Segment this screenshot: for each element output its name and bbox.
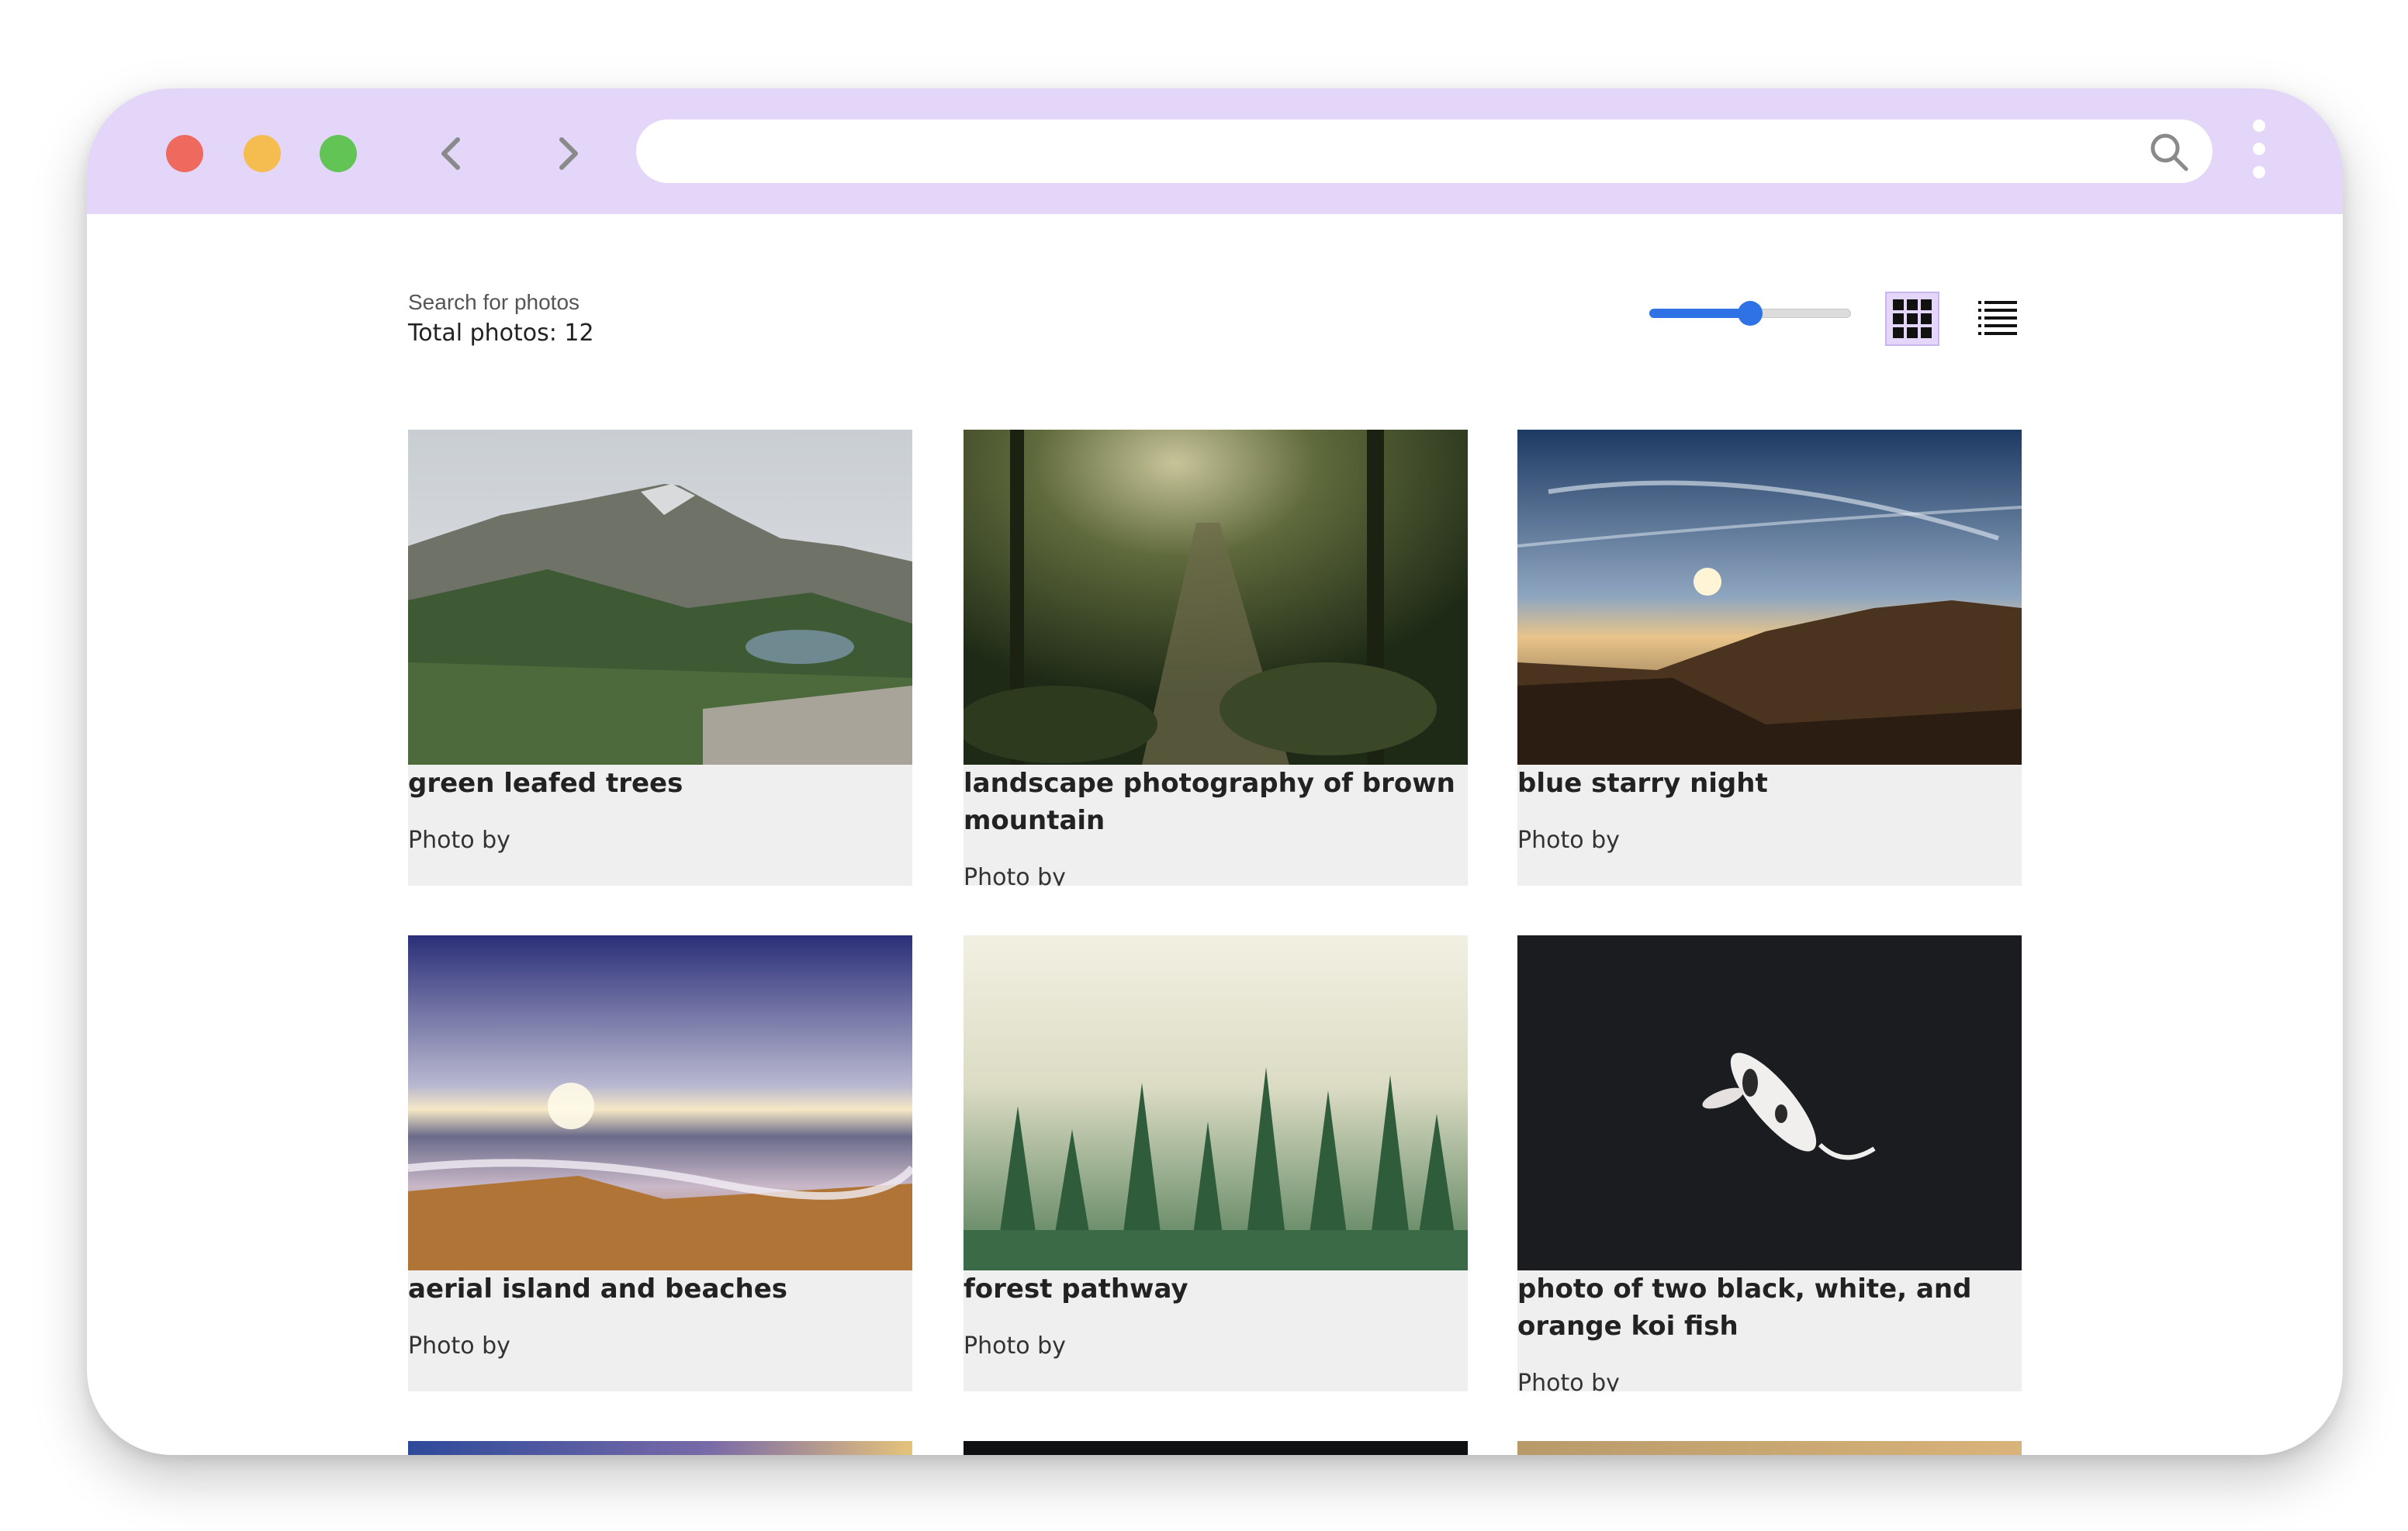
slider-fill (1649, 309, 1750, 318)
photo-image[interactable] (408, 935, 912, 1270)
photo-card[interactable]: aerial island and beaches Photo by (408, 935, 912, 1391)
photo-credit: Photo by (964, 1332, 1066, 1360)
page-subtitle: Search for photos (408, 290, 580, 314)
dot-icon (2253, 143, 2265, 155)
total-photos-count: Total photos: 12 (408, 320, 594, 347)
photo-title: landscape photography of brown mountain (964, 768, 1455, 836)
address-bar[interactable] (636, 119, 2213, 185)
dot-icon (2253, 119, 2265, 132)
grid-icon (1893, 299, 1932, 338)
photo-image[interactable] (964, 430, 1468, 765)
slider-thumb[interactable] (1738, 301, 1763, 326)
photo-card[interactable]: photo of two black, white, and orange ko… (1517, 935, 2022, 1391)
chevron-right-icon (559, 137, 578, 170)
photo-title: blue starry night (1517, 768, 1768, 799)
photo-image-partial[interactable] (408, 1441, 912, 1455)
photo-title: aerial island and beaches (408, 1274, 788, 1305)
photo-card[interactable]: forest pathway Photo by (964, 935, 1468, 1391)
grid-view-button[interactable] (1885, 292, 1939, 346)
photo-card[interactable]: green leafed trees Photo by (408, 430, 912, 886)
photo-card[interactable]: blue starry night Photo by (1517, 430, 2022, 886)
photo-image[interactable] (1517, 935, 2022, 1270)
photo-image[interactable] (408, 430, 912, 765)
browser-window: Search for photos Total photos: 12 green… (87, 88, 2343, 1455)
browser-toolbar (87, 88, 2343, 214)
thumbnail-size-slider[interactable] (1649, 299, 1851, 326)
zoom-window-button[interactable] (320, 135, 357, 172)
photo-credit: Photo by (408, 827, 510, 854)
forward-button[interactable] (545, 129, 591, 178)
address-input[interactable] (667, 119, 2129, 185)
dot-icon (2253, 166, 2265, 178)
more-menu-button[interactable] (2244, 119, 2275, 189)
photo-image-partial[interactable] (1517, 1441, 2022, 1455)
list-view-button[interactable] (1970, 292, 2025, 346)
photo-title: green leafed trees (408, 768, 683, 799)
photo-image[interactable] (964, 935, 1468, 1270)
photo-title: photo of two black, white, and orange ko… (1517, 1274, 1972, 1342)
page-content: Search for photos Total photos: 12 green… (87, 214, 2343, 1455)
photo-credit: Photo by (408, 1332, 510, 1360)
close-window-button[interactable] (166, 135, 203, 172)
minimize-window-button[interactable] (244, 135, 281, 172)
list-icon (1978, 301, 2017, 335)
back-button[interactable] (428, 129, 475, 178)
photo-credit: Photo by (964, 864, 1066, 886)
photo-card[interactable]: landscape photography of brown mountain … (964, 430, 1468, 886)
photo-credit: Photo by (1517, 827, 1620, 854)
photo-image[interactable] (1517, 430, 2022, 765)
search-icon[interactable] (2147, 130, 2191, 174)
chevron-left-icon (441, 137, 460, 170)
photo-image-partial[interactable] (964, 1441, 1468, 1455)
photo-title: forest pathway (964, 1274, 1188, 1305)
photo-credit: Photo by (1517, 1370, 1620, 1391)
